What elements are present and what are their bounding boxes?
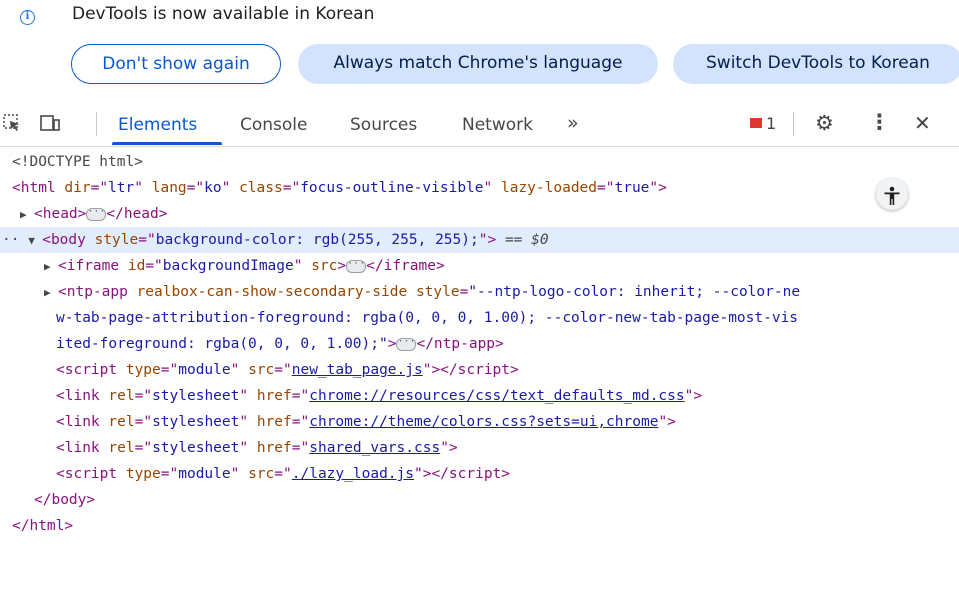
attr-name: type [125,466,161,482]
ellipsis-icon[interactable]: ··· [396,336,417,351]
attr-name: lazy-loaded [500,180,598,196]
devtools-toolbar: Elements Console Sources Network » 1 ⚙ ⋮… [0,102,959,147]
kebab-menu-icon[interactable]: ⋮ [869,110,890,134]
attr-name: href [256,414,292,430]
dom-doctype[interactable]: <!DOCTYPE html> [0,149,959,175]
toolbar-divider [793,112,794,136]
language-infobar: i DevTools is now available in Korean Do… [0,0,959,100]
close-icon[interactable]: ✕ [914,111,931,135]
dom-body-node-selected[interactable]: ·· ▼ <body style="background-color: rgb(2… [0,227,959,253]
elements-dom-tree: <!DOCTYPE html> <html dir="ltr" lang="ko… [0,147,959,597]
ntp-app-close-tag: </ntp-app> [416,336,504,352]
attr-value: ited-foreground: rgba(0, 0, 0, 1.00);" [56,336,388,352]
dom-ntp-app-node[interactable]: ▶ <ntp-app realbox-can-show-secondary-sid… [0,279,959,305]
attr-name: rel [108,414,135,430]
script-src-link[interactable]: new_tab_page.js [292,362,423,378]
attr-name: style [415,284,460,300]
collapse-triangle-icon[interactable]: ▼ [28,228,42,254]
attr-value: module [178,362,231,378]
info-icon: i [20,10,35,25]
dom-script-node[interactable]: <script type="module" src="new_tab_page.… [0,357,959,383]
attr-value: ltr [108,180,135,196]
attr-name: dir [64,180,91,196]
dom-iframe-node[interactable]: ▶ <iframe id="backgroundImage" src>···</i… [0,253,959,279]
attr-name: lang [151,180,187,196]
expand-triangle-icon[interactable]: ▶ [20,202,34,228]
selected-node-marker: == $0 [504,232,549,248]
attr-value: stylesheet [152,440,240,456]
dom-html-close[interactable]: </html> [0,513,959,539]
href-link[interactable]: chrome://resources/css/text_defaults_md.… [309,388,684,404]
ellipsis-icon[interactable]: ··· [346,258,367,273]
issues-flag-icon [750,117,762,128]
switch-devtools-korean-button[interactable]: Switch DevTools to Korean [673,44,959,84]
inspect-element-icon[interactable] [3,114,21,132]
attr-name: id [127,258,146,274]
gear-icon[interactable]: ⚙ [815,111,834,135]
dom-script-node[interactable]: <script type="module" src="./lazy_load.j… [0,461,959,487]
attr-value: background-color: rgb(255, 255, 255); [155,232,479,248]
attr-name: realbox-can-show-secondary-side [136,284,408,300]
head-open-tag: <head> [34,206,87,222]
attr-name: href [256,388,292,404]
dom-ntp-app-wrap: w-tab-page-attribution-foreground: rgba(… [0,305,959,331]
dont-show-again-button[interactable]: Don't show again [71,44,281,84]
active-tab-indicator [112,142,222,145]
issues-count: 1 [766,114,777,133]
href-link[interactable]: shared_vars.css [309,440,440,456]
head-close-tag: </head> [106,206,168,222]
attr-name: rel [108,388,135,404]
ellipsis-icon[interactable]: ··· [86,206,107,221]
href-link[interactable]: chrome://theme/colors.css?sets=ui,chrome [309,414,658,430]
body-close-tag: </body> [34,492,96,508]
attr-name: src [248,466,275,482]
iframe-close-tag: </iframe> [366,258,445,274]
attr-name: style [94,232,139,248]
attr-value: true [614,180,650,196]
attr-name: rel [108,440,135,456]
more-tabs-chevron-icon[interactable]: » [567,112,579,134]
row-more-icon[interactable]: ·· [2,232,19,248]
attr-name: src [311,258,338,274]
dom-link-node[interactable]: <link rel="stylesheet" href="chrome://th… [0,409,959,435]
attr-value: module [178,466,231,482]
dom-head-node[interactable]: ▶ <head>···</head> [0,201,959,227]
dom-link-node[interactable]: <link rel="stylesheet" href="shared_vars… [0,435,959,461]
tab-elements[interactable]: Elements [118,114,197,136]
body-tag: body [50,232,86,248]
html-tag: html [20,180,56,196]
attr-value: "--ntp-logo-color: inherit; --color-ne [468,284,801,300]
device-toggle-icon[interactable] [40,114,60,132]
infobar-message: DevTools is now available in Korean [72,4,375,24]
iframe-tag: iframe [66,258,120,274]
attr-value: focus-outline-visible [300,180,484,196]
attr-name: type [125,362,161,378]
attr-name: href [256,440,292,456]
attr-value: ko [204,180,222,196]
dom-ntp-app-wrap: ited-foreground: rgba(0, 0, 0, 1.00);">·… [56,335,504,352]
dom-link-node[interactable]: <link rel="stylesheet" href="chrome://re… [0,383,959,409]
accessibility-icon[interactable] [876,178,908,210]
attr-value: stylesheet [152,414,240,430]
toolbar-divider [96,112,97,136]
attr-value: backgroundImage [162,258,294,274]
dom-body-close[interactable]: </body> [0,487,959,513]
attr-name: src [248,362,275,378]
attr-value: w-tab-page-attribution-foreground: rgba(… [56,310,799,326]
html-close-tag: </html> [12,518,74,534]
attr-value: stylesheet [152,388,240,404]
dom-html-open[interactable]: <html dir="ltr" lang="ko" class="focus-o… [0,175,959,201]
tab-network[interactable]: Network [462,114,533,136]
tab-console[interactable]: Console [240,114,308,136]
script-src-link[interactable]: ./lazy_load.js [292,466,414,482]
expand-triangle-icon[interactable]: ▶ [44,254,58,280]
ntp-app-tag: ntp-app [66,284,128,300]
tab-sources[interactable]: Sources [350,114,417,136]
attr-name: class [239,180,283,196]
doctype-text: <!DOCTYPE html> [12,154,143,170]
expand-triangle-icon[interactable]: ▶ [44,280,58,306]
always-match-language-button[interactable]: Always match Chrome's language [298,44,658,84]
issues-counter-button[interactable]: 1 [750,114,776,133]
